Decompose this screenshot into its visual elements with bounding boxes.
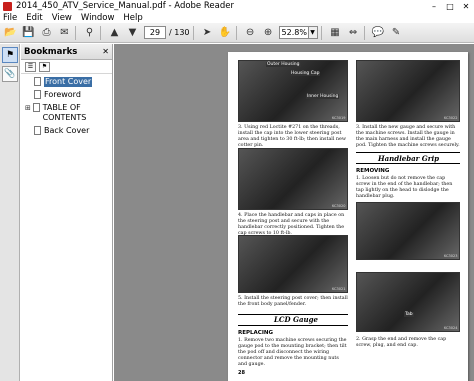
maximize-button[interactable]: □	[442, 0, 458, 12]
page-total: / 130	[169, 28, 190, 37]
menu-view[interactable]: View	[52, 13, 72, 23]
window-controls: – □ ✕	[426, 0, 474, 12]
select-arrow-icon[interactable]: ➤	[200, 25, 215, 40]
page-number: 28	[238, 370, 245, 376]
toolbar-divider	[192, 25, 194, 40]
housing-photo	[238, 60, 348, 122]
photo-label-outer-housing: Outer Housing	[266, 62, 301, 67]
save-icon[interactable]: 💾	[21, 25, 36, 40]
toolbar-divider	[320, 25, 322, 40]
subheading-replacing: REPLACING	[238, 330, 273, 336]
expand-icon[interactable]: ⊞	[25, 103, 32, 113]
menu-window[interactable]: Window	[81, 13, 115, 23]
caption-step-4: 4. Place the handlebar and caps in place…	[238, 213, 345, 236]
photo-label-tab: Tab	[404, 312, 414, 317]
search-icon[interactable]: ⚲	[82, 25, 97, 40]
close-panel-icon[interactable]: ✕	[102, 47, 109, 56]
fit-page-icon[interactable]: ▦	[328, 25, 343, 40]
fit-width-icon[interactable]: ⇔	[346, 25, 361, 40]
bookmarks-title: Bookmarks	[24, 46, 78, 57]
document-view[interactable]: Outer Housing Housing Cap Inner Housing …	[114, 44, 474, 381]
divider	[356, 152, 460, 153]
subheading-removing: REMOVING	[356, 168, 390, 174]
bookmark-label: Front Cover	[44, 77, 93, 87]
zoom-dropdown-icon[interactable]: ▼	[308, 26, 318, 39]
zoom-out-icon[interactable]: ⊖	[243, 25, 258, 40]
email-icon[interactable]: ✉	[57, 25, 72, 40]
bookmark-label: Back Cover	[44, 126, 90, 135]
section-title-lcd-gauge: LCD Gauge	[274, 315, 318, 324]
menu-help[interactable]: Help	[123, 13, 142, 23]
photo-label-inner-housing: Inner Housing	[306, 94, 340, 99]
bookmarks-header: Bookmarks ✕	[21, 44, 112, 60]
bookmark-table-of-contents[interactable]: ⊞ TABLE OF CONTENTS	[21, 103, 112, 123]
divider	[356, 163, 460, 164]
steering-post-photo	[238, 148, 348, 210]
comment-icon[interactable]: 💬	[371, 25, 386, 40]
title-bar: 2014_450_ATV_Service_Manual.pdf - Adobe …	[0, 0, 474, 12]
zoom-in-icon[interactable]: ⊕	[261, 25, 276, 40]
toolbar: 📂 💾 ⎙ ✉ ⚲ ▲ ▼ 29 / 130 ➤ ✋ ⊖ ⊕ 52.8% ▼ ▦…	[0, 23, 474, 43]
toolbar-divider	[75, 25, 76, 40]
print-icon[interactable]: ⎙	[39, 25, 54, 40]
caption-step-5: 5. Install the steering post cover; then…	[238, 296, 348, 307]
figure-number: KC3024	[444, 326, 458, 330]
figure-number: KC3023	[444, 254, 458, 258]
options-menu-icon[interactable]: ☰	[25, 61, 36, 72]
page-number-input[interactable]: 29	[144, 26, 166, 39]
grip-tab-photo	[356, 272, 460, 332]
prev-page-icon[interactable]: ▲	[107, 25, 122, 40]
bookmarks-panel-icon[interactable]: ⚑	[2, 47, 18, 63]
bookmark-page-icon	[32, 103, 40, 112]
close-button[interactable]: ✕	[458, 0, 474, 12]
menu-edit[interactable]: Edit	[26, 13, 42, 23]
bookmark-page-icon	[34, 126, 41, 135]
new-bookmark-icon[interactable]: ⚑	[39, 61, 50, 72]
bookmark-page-icon	[34, 77, 41, 86]
adobe-reader-icon	[3, 1, 12, 11]
hand-icon[interactable]: ✋	[218, 25, 233, 40]
figure-number: KC3022	[444, 116, 458, 120]
divider	[238, 325, 348, 326]
menu-bar: File Edit View Window Help	[0, 12, 474, 23]
caption-removing-2: 2. Grasp the end and remove the cap scre…	[356, 337, 447, 348]
toolbar-divider	[235, 25, 237, 40]
menu-file[interactable]: File	[3, 13, 17, 23]
navigation-pane-strip: ⚑ 📎	[0, 44, 20, 381]
next-page-icon[interactable]: ▼	[125, 25, 140, 40]
caption-step-3: 3. Using red Loctite #271 on the threads…	[238, 125, 346, 148]
bookmarks-panel: Bookmarks ✕ ☰ ⚑ Front Cover Foreword ⊞ T…	[21, 44, 113, 381]
toolbar-divider	[363, 25, 365, 40]
open-icon[interactable]: 📂	[3, 25, 18, 40]
grip-photo	[356, 202, 460, 260]
pdf-page: Outer Housing Housing Cap Inner Housing …	[228, 52, 468, 381]
photo-label-housing-cap: Housing Cap	[290, 71, 321, 76]
zoom-input[interactable]: 52.8%	[278, 26, 309, 39]
bookmark-label: Foreword	[44, 90, 81, 99]
bookmarks-toolbar: ☰ ⚑	[21, 60, 112, 74]
window-title: 2014_450_ATV_Service_Manual.pdf - Adobe …	[16, 1, 234, 11]
section-title-handlebar-grip: Handlebar Grip	[378, 154, 440, 163]
toolbar-divider	[100, 25, 101, 40]
bookmark-label: TABLE OF CONTENTS	[42, 103, 87, 122]
caption-removing-1: 1. Loosen but do not remove the cap scre…	[356, 176, 453, 199]
attachments-icon[interactable]: 📎	[2, 66, 18, 82]
caption-replacing-1: 1. Remove two machine screws securing th…	[238, 338, 347, 367]
figure-number: KC3019	[332, 116, 346, 120]
bookmarks-list: Front Cover Foreword ⊞ TABLE OF CONTENTS…	[21, 74, 112, 136]
figure-number: KC3021	[332, 287, 346, 291]
bookmark-front-cover[interactable]: Front Cover	[21, 77, 112, 87]
bookmark-back-cover[interactable]: Back Cover	[21, 126, 112, 136]
handlebar-caps-photo	[238, 235, 348, 293]
figure-number: KC3020	[332, 204, 346, 208]
caption-install-gauge: 3. Install the new gauge and secure with…	[356, 125, 460, 148]
gauge-photo	[356, 60, 460, 122]
sign-icon[interactable]: ✎	[389, 25, 404, 40]
minimize-button[interactable]: –	[426, 0, 442, 12]
bookmark-page-icon	[34, 90, 41, 99]
bookmark-foreword[interactable]: Foreword	[21, 90, 112, 100]
